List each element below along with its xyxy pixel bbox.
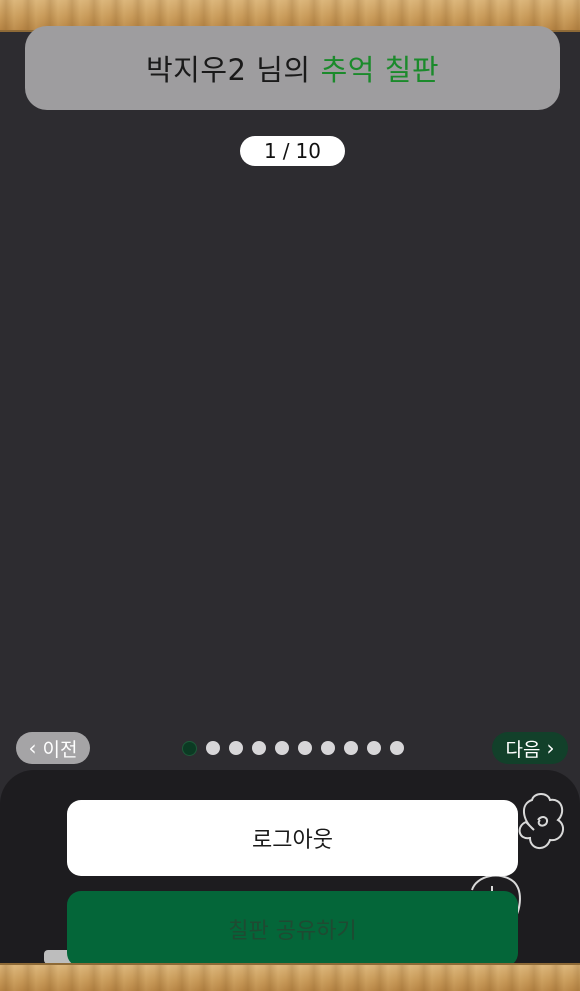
chevron-left-icon: ‹ <box>28 736 37 760</box>
page-title: 박지우2 님의 추억 칠판 <box>25 26 560 110</box>
title-owner: 박지우2 님의 <box>145 53 311 87</box>
page-counter: 1 / 10 <box>240 136 345 166</box>
page-dot[interactable] <box>252 741 266 755</box>
page-dot[interactable] <box>229 741 243 755</box>
page-dot[interactable] <box>275 741 289 755</box>
app-root: 박지우2 님의 추억 칠판 1 / 10 ‹ 이전 다음 › 로그아웃 칠판 공… <box>0 0 580 991</box>
page-current: 1 <box>264 139 277 163</box>
logout-label: 로그아웃 <box>252 828 333 853</box>
share-label: 칠판 공유하기 <box>228 919 357 944</box>
next-label: 다음 <box>505 738 541 761</box>
prev-label: 이전 <box>42 738 78 761</box>
page-dot[interactable] <box>321 741 335 755</box>
page-dot[interactable] <box>390 741 404 755</box>
wood-frame-bottom <box>0 963 580 991</box>
next-button[interactable]: 다음 › <box>492 732 568 764</box>
logout-button[interactable]: 로그아웃 <box>67 800 518 876</box>
chevron-right-icon: › <box>546 736 555 760</box>
prev-button[interactable]: ‹ 이전 <box>16 732 90 764</box>
title-board-name: 추억 칠판 <box>320 53 440 87</box>
page-dot[interactable] <box>367 741 381 755</box>
page-total: 10 <box>295 139 321 163</box>
page-dots <box>182 740 404 756</box>
page-dot[interactable] <box>344 741 358 755</box>
page-dot[interactable] <box>206 741 220 755</box>
page-separator: / <box>282 139 290 163</box>
page-dot[interactable] <box>298 741 312 755</box>
page-dot[interactable] <box>182 740 197 756</box>
share-board-button[interactable]: 칠판 공유하기 <box>67 891 518 967</box>
